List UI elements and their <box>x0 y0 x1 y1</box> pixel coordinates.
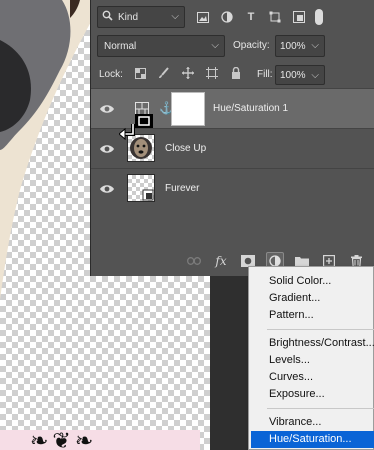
layer-list: ⚓ Hue/Saturation 1 Close Up Furever <box>91 88 374 208</box>
menu-separator <box>267 329 374 330</box>
lock-icons <box>133 66 243 80</box>
pixel-layer-filter-icon[interactable] <box>195 9 211 25</box>
lock-position-icon[interactable] <box>181 66 195 80</box>
chevron-down-icon: ⌵ <box>171 11 179 22</box>
blend-mode-select[interactable]: Normal ⌵ <box>97 35 225 57</box>
menu-item-vibrance[interactable]: Vibrance... <box>249 414 374 431</box>
chevron-down-icon[interactable]: ⌵ <box>311 70 319 81</box>
blend-mode-value: Normal <box>104 41 137 52</box>
fill-label: Fill: <box>257 69 273 80</box>
opacity-field[interactable]: 100% ⌵ <box>275 35 325 57</box>
canvas-photo-dog <box>0 0 92 300</box>
chevron-down-icon[interactable]: ⌵ <box>311 40 319 51</box>
clipping-mask-cursor-icon <box>119 114 153 141</box>
lock-all-icon[interactable] <box>229 66 243 80</box>
filter-toggle-switch[interactable] <box>315 9 323 25</box>
layer-name[interactable]: Furever <box>165 183 199 194</box>
menu-item-brightness-contrast[interactable]: Brightness/Contrast... <box>249 335 374 352</box>
lock-artboard-icon[interactable] <box>205 66 219 80</box>
menu-item-exposure[interactable]: Exposure... <box>249 386 374 403</box>
filter-icons: T <box>195 9 323 25</box>
eye-icon[interactable] <box>99 182 115 196</box>
fill-value: 100% <box>280 70 306 81</box>
lock-transparent-pixels-icon[interactable] <box>133 66 147 80</box>
filter-row: Kind ⌵ T <box>97 6 373 28</box>
eye-icon[interactable] <box>99 142 115 156</box>
link-layers-icon[interactable] <box>185 252 203 270</box>
smart-object-badge-icon <box>142 189 154 201</box>
canvas-decorative-lettering: ❧❦❧ <box>30 429 98 450</box>
menu-item-curves[interactable]: Curves... <box>249 369 374 386</box>
shape-layer-filter-icon[interactable] <box>267 9 283 25</box>
kind-label: Kind <box>118 11 139 23</box>
adjustment-layer-filter-icon[interactable] <box>219 9 235 25</box>
eye-icon[interactable] <box>99 102 115 116</box>
fill-field[interactable]: 100% ⌵ <box>275 65 325 85</box>
search-icon <box>102 10 113 24</box>
menu-item-levels[interactable]: Levels... <box>249 352 374 369</box>
menu-item-hue-saturation[interactable]: Hue/Saturation... <box>251 431 374 448</box>
layer-thumbnail[interactable] <box>127 174 155 202</box>
lock-row: Lock: Fill: 100% ⌵ <box>97 63 373 85</box>
blend-row: Normal ⌵ Opacity: 100% ⌵ <box>97 35 373 57</box>
kind-filter-select[interactable]: Kind ⌵ <box>97 6 185 28</box>
menu-separator <box>267 408 374 409</box>
layer-name[interactable]: Hue/Saturation 1 <box>213 103 288 114</box>
menu-item-pattern[interactable]: Pattern... <box>249 307 374 324</box>
menu-item-gradient[interactable]: Gradient... <box>249 290 374 307</box>
layer-furever[interactable]: Furever <box>91 168 374 208</box>
layer-mask-thumbnail[interactable] <box>171 92 205 126</box>
layers-panel: Kind ⌵ T Normal ⌵ Opacity: 100% ⌵ Lock: … <box>90 0 374 276</box>
layer-name[interactable]: Close Up <box>165 143 206 154</box>
smart-object-filter-icon[interactable] <box>291 9 307 25</box>
menu-item-solid-color[interactable]: Solid Color... <box>249 273 374 290</box>
type-layer-filter-icon[interactable]: T <box>243 9 259 25</box>
opacity-label: Opacity: <box>233 40 270 51</box>
lock-label: Lock: <box>99 69 123 80</box>
chevron-down-icon: ⌵ <box>211 40 219 51</box>
lock-image-pixels-icon[interactable] <box>157 66 171 80</box>
opacity-value: 100% <box>280 41 306 52</box>
adjustment-layer-menu: Solid Color... Gradient... Pattern... Br… <box>248 266 374 450</box>
layer-style-icon[interactable]: fx <box>212 252 230 270</box>
